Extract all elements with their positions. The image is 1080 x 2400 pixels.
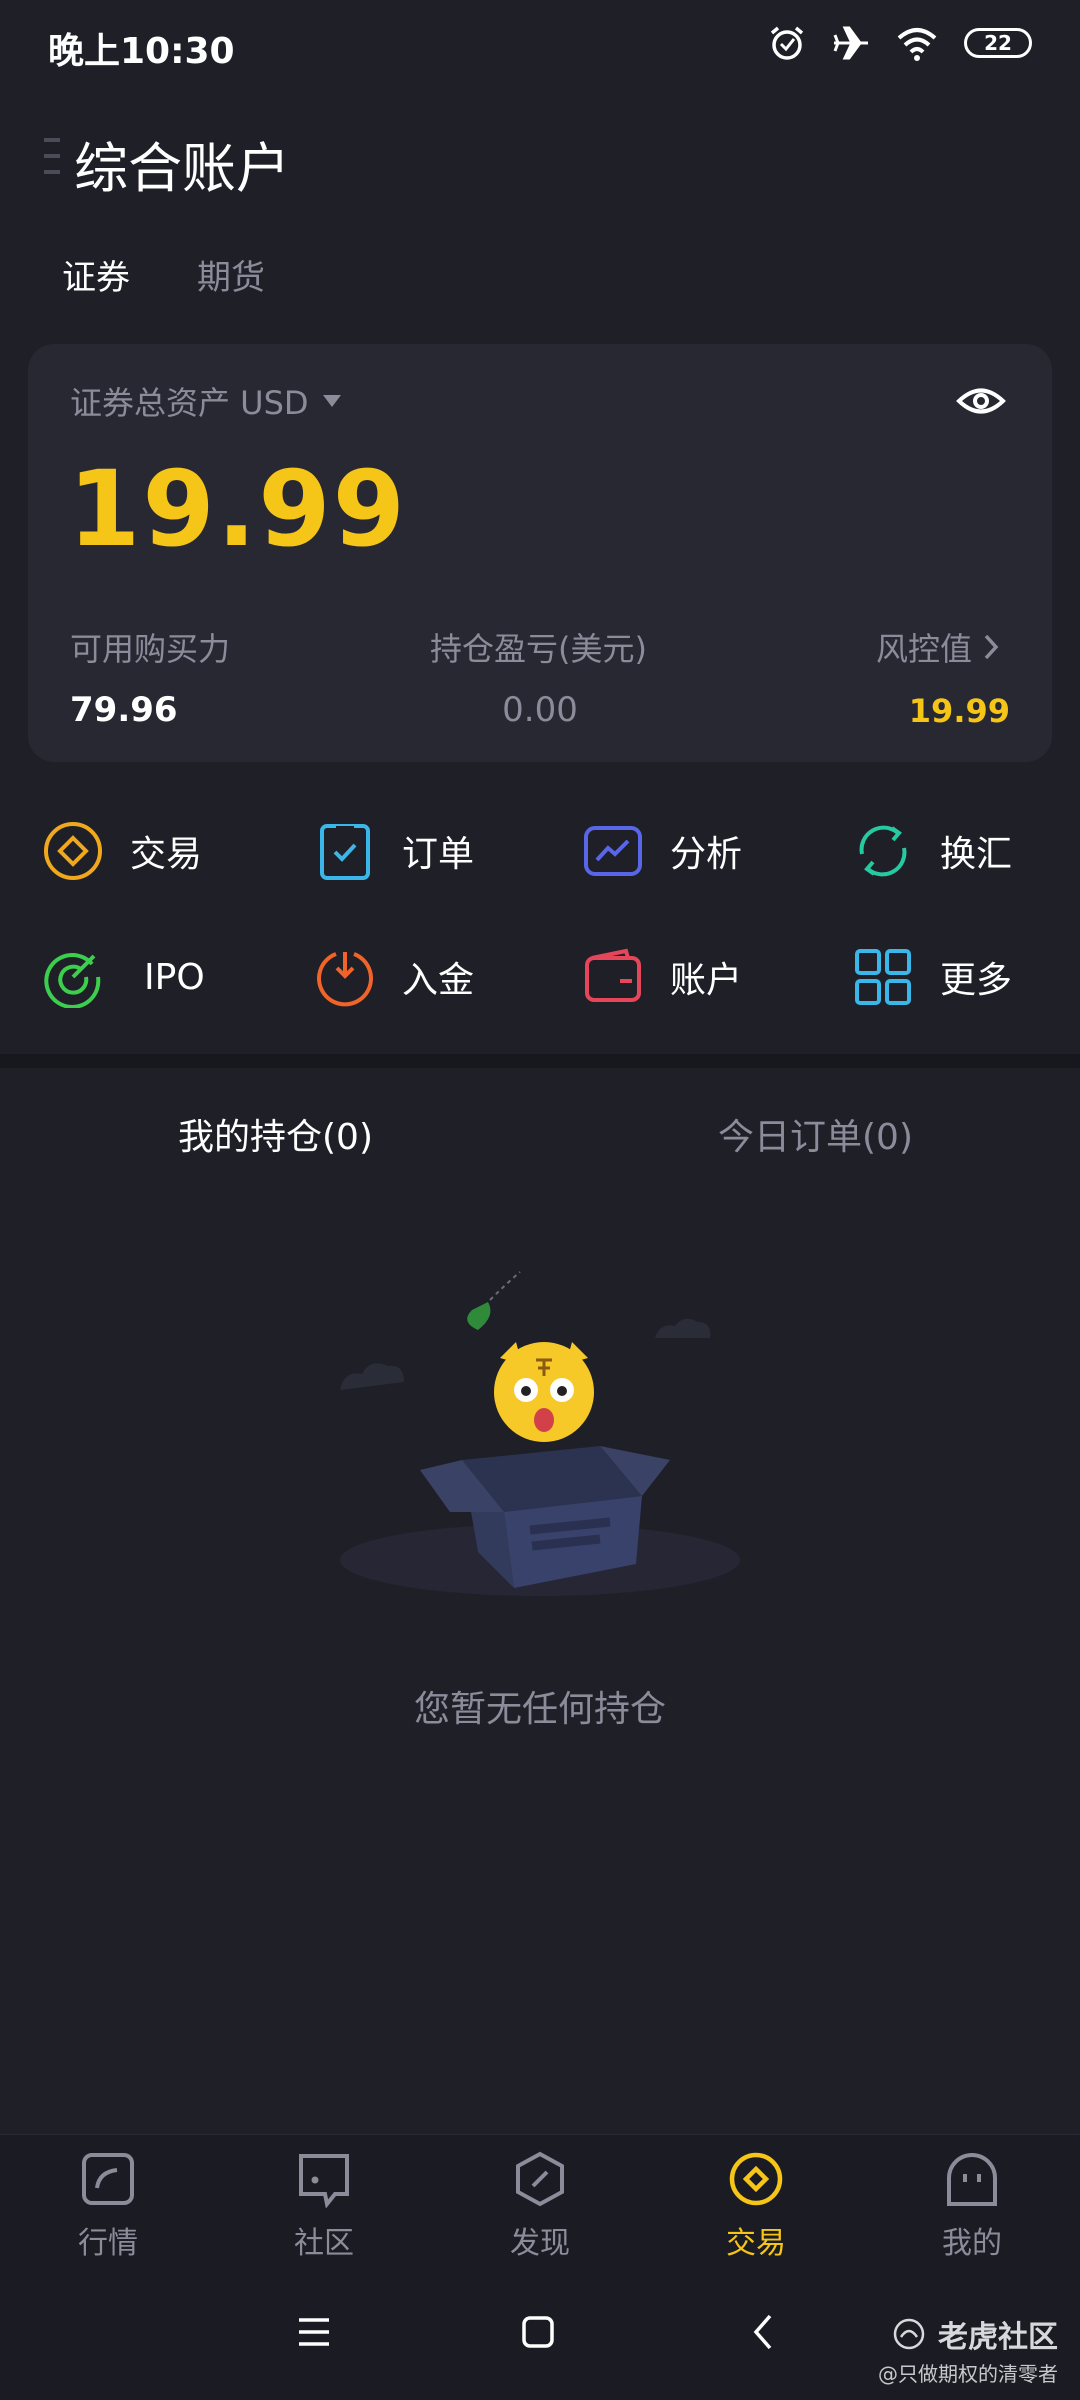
community-icon [299,2154,349,2208]
empty-box-tiger-illustration [340,1271,740,1596]
discover-icon [516,2151,564,2207]
trade-icon [729,2152,783,2206]
profile-icon [947,2153,997,2206]
exchange-icon [859,825,907,877]
status-time: 晚上10:30 [48,31,235,72]
quick-action-label: 账户 [670,960,743,1001]
nav-discover[interactable]: 发现 [465,2150,615,2262]
ipo-target-icon [44,953,101,1008]
total-assets-label: 证券总资产 USD [70,384,309,422]
tab-today-orders[interactable]: 今日订单(0) [718,1108,913,1160]
diamond-coin-icon [44,822,102,880]
nav-trade[interactable]: 交易 [681,2150,831,2262]
market-icon [82,2153,134,2205]
grid-more-icon [855,949,911,1005]
quick-action-account[interactable]: 账户 [582,946,742,1008]
status-icons: 22 [768,24,1032,62]
quick-action-label: 入金 [402,960,475,1001]
nav-label: 我的 [942,2226,1002,2261]
wifi-icon [897,28,937,61]
quick-action-label: 分析 [670,834,743,875]
total-assets-currency-selector[interactable]: 证券总资产 USD [70,378,341,424]
nav-label: 发现 [510,2226,570,2261]
watermark-brand-text: 老虎社区 [938,2320,1058,2355]
battery-indicator: 22 [964,28,1032,58]
quick-action-orders[interactable]: 订单 [314,820,474,882]
quick-action-analysis[interactable]: 分析 [582,820,742,882]
analysis-chart-icon [584,826,642,876]
tab-my-holdings[interactable]: 我的持仓(0) [178,1108,373,1160]
position-pnl-label: 持仓盈亏(美元) [430,630,647,668]
quick-action-label: 换汇 [940,834,1013,875]
home-icon[interactable] [520,2314,556,2350]
quick-action-label: IPO [144,956,205,998]
quick-action-ipo[interactable]: IPO [42,946,205,1008]
dropdown-triangle-icon [322,395,341,407]
nav-label: 社区 [294,2226,354,2261]
eye-icon[interactable] [956,376,1006,426]
empty-holdings-message: 您暂无任何持仓 [413,1689,666,1730]
nav-community[interactable]: 社区 [249,2150,399,2262]
airplane-icon [833,26,868,60]
page-title[interactable]: 综合账户 [74,124,290,203]
back-icon[interactable] [748,2312,778,2352]
nav-profile[interactable]: 我的 [897,2150,1047,2262]
nav-label: 交易 [726,2226,786,2261]
order-check-icon [320,824,370,880]
quick-action-label: 更多 [940,960,1013,1001]
total-assets-value: 19.99 [68,448,407,570]
nav-label: 行情 [78,2226,138,2261]
side-menu-icon[interactable] [40,136,64,178]
risk-value-link[interactable]: 风控值 [876,624,1002,670]
battery-level: 22 [984,31,1012,55]
buying-power-label: 可用购买力 [70,630,231,668]
tiger-logo-icon [893,2318,925,2350]
watermark-author: @只做期权的清零者 [878,2362,1058,2386]
chevron-right-icon [984,634,999,660]
nav-market[interactable]: 行情 [33,2150,183,2262]
quick-action-label: 交易 [130,834,203,875]
section-divider [0,1054,1080,1068]
quick-action-exchange[interactable]: 换汇 [852,820,1012,882]
risk-value: 19.99 [908,692,1010,730]
risk-value-label: 风控值 [875,630,972,668]
tab-securities[interactable]: 证券 [62,250,130,299]
recent-apps-icon[interactable] [296,2314,332,2350]
quick-action-trade[interactable]: 交易 [42,820,202,882]
alarm-icon [770,26,804,60]
deposit-icon [317,952,373,1007]
quick-action-more[interactable]: 更多 [852,946,1012,1008]
wallet-icon [585,948,641,1002]
quick-action-deposit[interactable]: 入金 [314,946,474,1008]
watermark-brand: 老虎社区 [892,2312,1058,2356]
tab-futures[interactable]: 期货 [197,250,265,299]
quick-action-label: 订单 [402,834,475,875]
